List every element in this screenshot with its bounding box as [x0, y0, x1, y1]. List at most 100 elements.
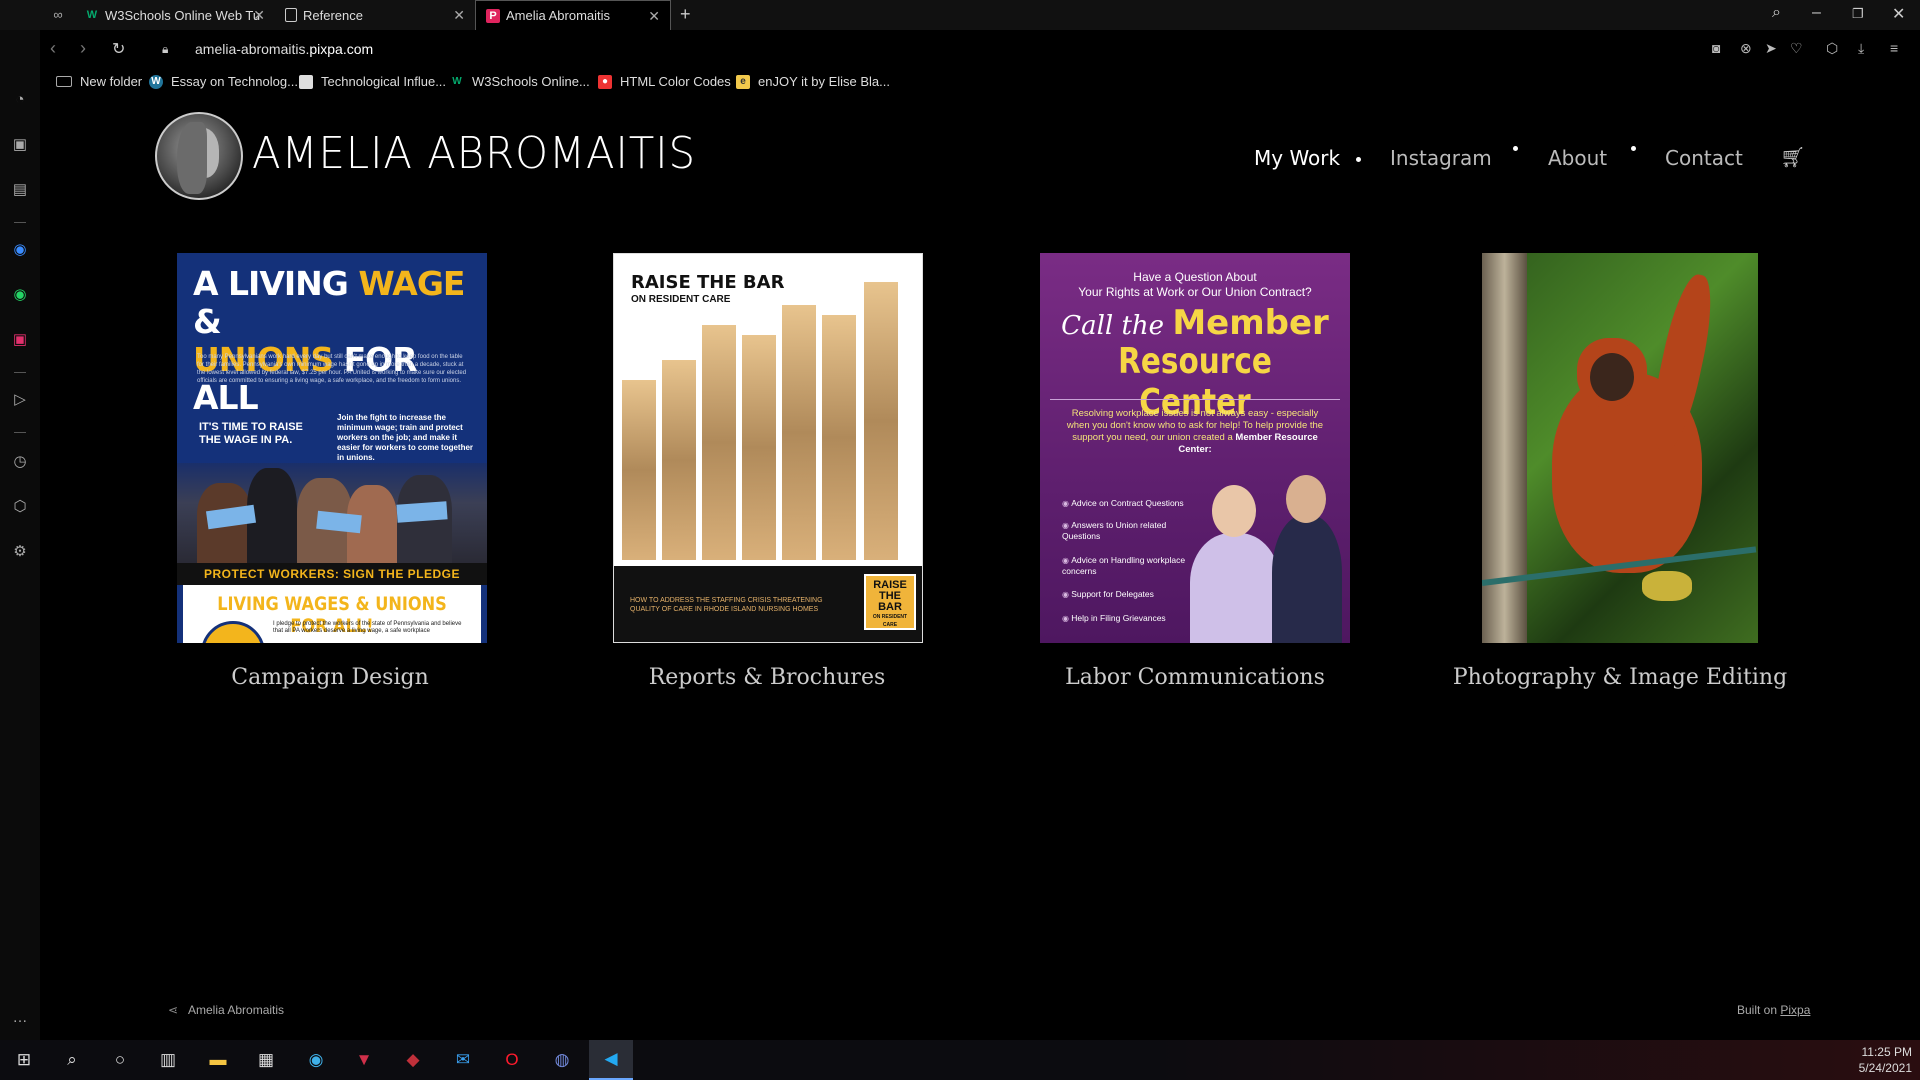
tab-amelia-abromaitis[interactable]: P Amelia Abromaitis ✕	[475, 0, 671, 30]
footer-name: Amelia Abromaitis	[188, 1003, 285, 1017]
portfolio-card-photography[interactable]	[1482, 253, 1758, 643]
card-title-campaign-design[interactable]: Campaign Design	[130, 665, 530, 690]
bag-icon[interactable]: ▣	[10, 135, 30, 155]
vivaldi-icon[interactable]: ▼	[352, 1048, 376, 1072]
poster-text: Call the	[1061, 311, 1173, 341]
bookmark-html-color-codes[interactable]: ● HTML Color Codes	[598, 74, 731, 89]
card-title-reports-brochures[interactable]: Reports & Brochures	[567, 665, 967, 690]
poster-call: Call the Member	[1040, 303, 1350, 343]
tab-w3schools[interactable]: W W3Schools Online Web Tu ✕	[75, 0, 275, 30]
mail-icon[interactable]: ✉	[451, 1048, 475, 1072]
system-clock[interactable]: 11:25 PM 5/24/2021	[1859, 1044, 1912, 1076]
card-title-photography[interactable]: Photography & Image Editing	[1420, 665, 1820, 690]
snapshot-icon[interactable]: ◙	[1712, 40, 1720, 56]
close-window-button[interactable]: ✕	[1892, 4, 1905, 24]
document-favicon-icon	[285, 8, 297, 22]
bookmark-w3schools[interactable]: W W3Schools Online...	[450, 74, 590, 89]
extensions-cube-icon[interactable]: ⬡	[1826, 40, 1838, 57]
clock-time: 11:25 PM	[1861, 1045, 1912, 1059]
store-icon[interactable]: ▦	[254, 1048, 278, 1072]
portfolio-card-reports-brochures[interactable]: RAISE THE BAR ON RESIDENT CARE HOW TO AD…	[613, 253, 923, 643]
nav-about[interactable]: About	[1548, 146, 1607, 170]
speed-dial-icon[interactable]: ◔	[10, 90, 30, 110]
app-icon[interactable]: ◆	[401, 1048, 425, 1072]
tab-menu-icon[interactable]: ∞	[48, 5, 68, 25]
poster-headline: A LIVING WAGE & UNIONS FOR ALL	[193, 265, 487, 417]
share-icon[interactable]: ⋖	[168, 1003, 178, 1017]
edge-icon[interactable]: ◉	[304, 1048, 328, 1072]
bookmark-technological[interactable]: Technological Influe...	[299, 74, 446, 89]
poster-title: RAISE THE BAR	[631, 272, 785, 293]
file-explorer-icon[interactable]: ▬	[206, 1048, 230, 1072]
website-page: AMELIA ABROMAITIS My Work Instagram Abou…	[40, 100, 1920, 1040]
poster-text: WAGE	[358, 264, 465, 303]
bar-graphic	[742, 335, 776, 560]
bookmark-new-folder[interactable]: New folder	[56, 74, 142, 89]
vscode-icon[interactable]: ◀	[589, 1040, 633, 1080]
bar-graphic	[864, 282, 898, 560]
nav-my-work[interactable]: My Work	[1254, 146, 1340, 170]
pledge-text: I pledge to protect the workers of the s…	[273, 621, 462, 634]
card-title-labor-communications[interactable]: Labor Communications	[995, 665, 1395, 690]
logo-avatar[interactable]	[155, 112, 243, 200]
download-icon[interactable]: ⤓	[1858, 40, 1864, 57]
whatsapp-icon[interactable]: ◉	[10, 285, 30, 305]
search-tabs-icon[interactable]: ⌕	[1772, 4, 1781, 22]
bookmark-label: HTML Color Codes	[620, 74, 731, 89]
forward-button[interactable]: ›	[80, 38, 86, 59]
nav-contact[interactable]: Contact	[1665, 146, 1743, 170]
opera-icon[interactable]: O	[500, 1048, 524, 1072]
pixpa-link[interactable]: Pixpa	[1780, 1003, 1810, 1017]
portfolio-card-labor-communications[interactable]: Have a Question About Your Rights at Wor…	[1040, 253, 1350, 643]
send-icon[interactable]: ➤	[1765, 40, 1777, 57]
nurse-face	[1286, 475, 1326, 523]
close-tab-icon[interactable]: ✕	[253, 7, 265, 24]
bar-graphic	[662, 360, 696, 560]
windows-start-icon[interactable]: ⊞	[12, 1048, 36, 1072]
nav-instagram[interactable]: Instagram	[1390, 146, 1492, 170]
nurse-face	[1212, 485, 1256, 537]
enjoy-icon: e	[736, 74, 750, 89]
bookmark-enjoy-it[interactable]: e enJOY it by Elise Bla...	[736, 74, 890, 89]
close-tab-icon[interactable]: ✕	[453, 7, 465, 24]
raise-the-bar-badge: RAISE THE BAR ON RESIDENT CARE	[864, 574, 916, 630]
adblock-icon[interactable]: ⊗	[1740, 40, 1752, 57]
bookmark-essay[interactable]: W Essay on Technolog...	[149, 74, 298, 89]
poster-subtitle: ON RESIDENT CARE	[631, 294, 731, 305]
back-button[interactable]: ‹	[50, 38, 56, 59]
more-icon[interactable]: …	[10, 1008, 30, 1028]
discord-icon[interactable]: ◍	[550, 1048, 574, 1072]
bookmark-heart-icon[interactable]: ♡	[1790, 40, 1803, 57]
bookmark-label: enJOY it by Elise Bla...	[758, 74, 890, 89]
search-icon[interactable]: ⌕	[60, 1048, 84, 1072]
task-view-icon[interactable]: ▥	[156, 1048, 180, 1072]
nurse-figure	[1190, 533, 1280, 643]
cart-icon[interactable]: 🛒︎	[1780, 145, 1805, 170]
messenger-icon[interactable]: ◉	[10, 240, 30, 260]
reload-button[interactable]: ↻	[112, 39, 125, 59]
easy-setup-icon[interactable]: ≡	[1890, 40, 1898, 56]
twitch-icon[interactable]: ▤	[10, 180, 30, 200]
restore-button[interactable]: ❐	[1852, 6, 1864, 22]
extensions-icon[interactable]: ⬡	[10, 497, 30, 517]
minimize-button[interactable]: –	[1812, 4, 1821, 22]
close-tab-icon[interactable]: ✕	[648, 8, 660, 25]
new-tab-button[interactable]: +	[680, 4, 691, 25]
color-codes-icon: ●	[598, 74, 612, 89]
instagram-icon[interactable]: ▣	[10, 330, 30, 350]
poster-crowd-photo	[177, 463, 487, 563]
nurse-figure	[1272, 515, 1342, 643]
url-field[interactable]: amelia-abromaitis.pixpa.com	[195, 41, 373, 57]
player-icon[interactable]: ▷	[10, 390, 30, 410]
poster-subhead: IT'S TIME TO RAISE THE WAGE IN PA.	[199, 421, 303, 446]
settings-gear-icon[interactable]: ⚙	[10, 542, 30, 562]
tab-label: Amelia Abromaitis	[506, 8, 611, 23]
poster-list-item: Answers to Union related Questions	[1062, 520, 1187, 541]
wordpress-icon: W	[149, 74, 163, 89]
cortana-icon[interactable]: ○	[108, 1048, 132, 1072]
tab-reference[interactable]: Reference ✕	[275, 0, 475, 30]
portfolio-card-campaign-design[interactable]: A LIVING WAGE & UNIONS FOR ALL Too many …	[177, 253, 487, 643]
site-brand[interactable]: AMELIA ABROMAITIS	[252, 128, 696, 179]
history-icon[interactable]: ◷	[10, 452, 30, 472]
windows-taskbar: ⊞ ⌕ ○ ▥ ▬ ▦ ◉ ▼ ◆ ✉ O ◍ ◀ 11:25 PM 5/24/…	[0, 1040, 1920, 1080]
